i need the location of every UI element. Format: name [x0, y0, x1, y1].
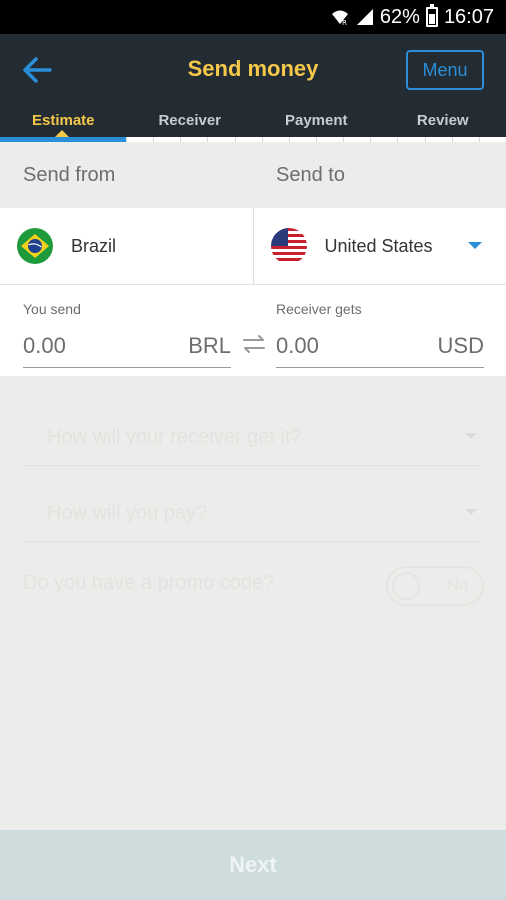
signal-icon: [356, 8, 374, 26]
clock: 16:07: [443, 5, 494, 28]
tab-receiver[interactable]: Receiver: [127, 112, 254, 134]
receiver-gets-currency: USD: [437, 333, 484, 358]
swap-icon[interactable]: [241, 331, 267, 357]
battery-percent: 62%: [379, 5, 420, 28]
chevron-down-icon: [465, 433, 477, 439]
receiver-gets-amount-input[interactable]: 0.00: [276, 333, 319, 359]
status-bar: R 62% 16:07: [0, 0, 506, 34]
send-from-country-selector[interactable]: Brazil: [0, 208, 253, 284]
menu-button[interactable]: Menu: [406, 50, 484, 90]
send-to-label: Send to: [276, 163, 345, 186]
svg-text:R: R: [342, 19, 347, 26]
receive-method-select[interactable]: How will your receiver get it?: [23, 406, 483, 466]
chevron-down-icon: [465, 509, 477, 515]
you-send-currency: BRL: [188, 333, 231, 358]
battery-icon: [425, 4, 438, 27]
you-send-field[interactable]: You send 0.00 BRL: [23, 285, 231, 377]
send-to-country-selector[interactable]: United States: [252, 208, 506, 284]
amount-row: You send 0.00 BRL Receiver gets 0.00 USD: [0, 284, 506, 376]
send-from-label: Send from: [23, 163, 116, 186]
step-tabs: Estimate Receiver Payment Review: [0, 112, 506, 134]
next-button[interactable]: Next: [0, 830, 506, 900]
receive-method-placeholder: How will your receiver get it?: [47, 426, 302, 448]
tab-payment[interactable]: Payment: [253, 112, 380, 134]
receiver-gets-field[interactable]: Receiver gets 0.00 USD: [276, 285, 484, 377]
receiver-gets-label: Receiver gets: [276, 301, 362, 317]
toggle-knob: [392, 572, 420, 600]
app-header: Send money Menu Estimate Receiver Paymen…: [0, 34, 506, 142]
pay-method-select[interactable]: How will you pay?: [23, 482, 483, 542]
brazil-flag-icon: [17, 228, 53, 264]
send-from-country: Brazil: [71, 235, 117, 256]
country-selectors: Brazil United States: [0, 208, 506, 284]
disabled-form: How will your receiver get it? How will …: [0, 376, 506, 830]
promo-question: Do you have a promo code?: [23, 572, 275, 594]
promo-toggle[interactable]: No: [386, 566, 484, 606]
wifi-icon: R: [330, 8, 350, 26]
you-send-amount-input[interactable]: 0.00: [23, 333, 66, 359]
you-send-underline: [23, 367, 231, 368]
usa-flag-icon: [270, 228, 307, 264]
promo-toggle-label: No: [447, 577, 468, 594]
pay-method-placeholder: How will you pay?: [47, 502, 208, 524]
country-labels: Send from Send to: [0, 142, 506, 208]
send-to-country: United States: [324, 235, 433, 256]
receiver-gets-underline: [276, 367, 484, 368]
you-send-label: You send: [23, 301, 81, 317]
chevron-down-icon[interactable]: [468, 242, 482, 249]
tab-review[interactable]: Review: [380, 112, 506, 134]
